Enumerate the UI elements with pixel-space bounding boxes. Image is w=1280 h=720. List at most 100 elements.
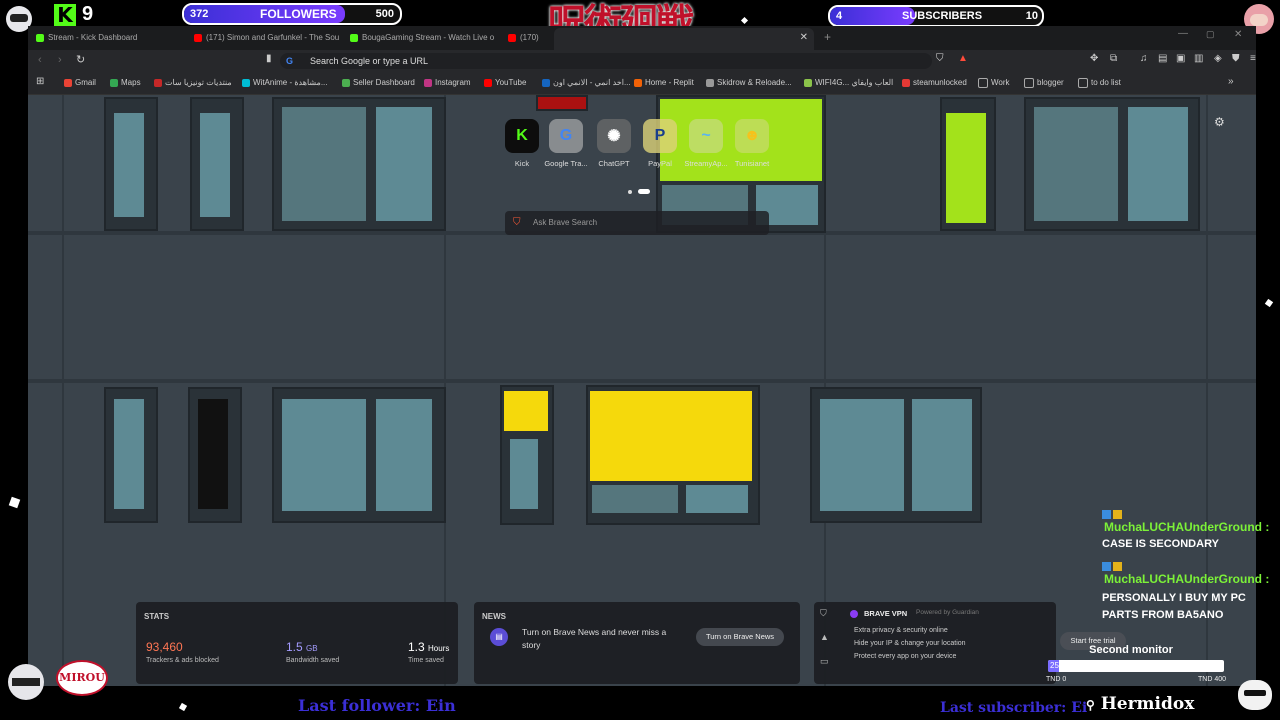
sparkle-decoration xyxy=(1264,298,1274,308)
more-bookmarks-icon[interactable]: » xyxy=(1228,76,1234,87)
turn-on-news-button[interactable]: Turn on Brave News xyxy=(696,628,784,646)
bandwidth-value: 1.5 GB xyxy=(286,640,318,654)
bookmark-tunisiasat[interactable]: منتديات تونيزيا سات xyxy=(154,76,232,90)
speed-dial-google-translate[interactable]: G Google Tra... xyxy=(542,119,590,168)
forward-icon[interactable]: › xyxy=(58,54,62,66)
vpn-features: Extra privacy & security online Hide you… xyxy=(854,624,966,663)
wifi4g-icon xyxy=(804,78,812,87)
sparkle-decoration xyxy=(740,16,749,25)
news-title: NEWS xyxy=(482,612,506,621)
bookmark-youtube[interactable]: YouTube xyxy=(484,76,526,90)
shield-icon[interactable]: ⛊ xyxy=(1232,53,1240,64)
tab-bougagaming[interactable]: BougaGaming Stream - Watch Live o xyxy=(350,28,500,48)
bookmark-replit[interactable]: Home - Replit xyxy=(634,76,694,90)
warning-icon: ▲ xyxy=(820,632,829,642)
youtube-icon xyxy=(484,78,492,87)
speed-dial-pager[interactable] xyxy=(628,181,651,199)
second-monitor-bar: 25 xyxy=(1048,660,1224,672)
second-monitor-label: Second monitor xyxy=(1089,644,1173,656)
streamyapp-icon: ~ xyxy=(689,119,723,153)
back-icon[interactable]: ‹ xyxy=(38,54,42,66)
bookmark-folder-work[interactable]: Work xyxy=(978,76,1010,90)
address-bar[interactable]: G Search Google or type a URL xyxy=(280,53,932,69)
speed-dial-kick[interactable]: K Kick xyxy=(498,119,546,168)
bookmark-folder-blogger[interactable]: blogger xyxy=(1024,76,1064,90)
sidebar-icon[interactable]: ▣ xyxy=(1176,53,1185,64)
close-window-icon[interactable]: ✕ xyxy=(1234,29,1242,40)
chat-badge-icon xyxy=(1113,562,1122,571)
tab-strip: Stream - Kick Dashboard (171) Simon and … xyxy=(28,26,1256,50)
kick-viewer-count: 9 xyxy=(82,3,94,25)
speed-dial-streamyapp[interactable]: ~ StreamyAp... xyxy=(682,119,730,168)
bookmark-label: Work xyxy=(991,78,1010,87)
youtube-icon xyxy=(194,33,202,42)
bookmark-label: to do list xyxy=(1091,78,1121,87)
new-tab-icon[interactable]: + xyxy=(824,30,831,44)
screenshot-icon[interactable]: ⧉ xyxy=(1110,53,1117,64)
kick-logo-icon: K xyxy=(54,4,76,26)
apps-grid-icon[interactable]: ⊞ xyxy=(36,76,44,87)
bookmark-seller-dashboard[interactable]: Seller Dashboard xyxy=(342,76,415,90)
tab-label: BougaGaming Stream - Watch Live o xyxy=(362,33,495,42)
bookmark-anime[interactable]: اخد انمي - الانمي اون... xyxy=(542,76,631,90)
reload-icon[interactable]: ↻ xyxy=(76,53,85,66)
followers-label: FOLLOWERS xyxy=(260,7,337,21)
paypal-icon: P xyxy=(643,119,677,153)
steamunlocked-icon xyxy=(902,78,910,87)
extensions-icon[interactable]: ✥ xyxy=(1090,53,1098,64)
brave-search-box[interactable]: ⛉ Ask Brave Search xyxy=(505,211,769,235)
news-promo-text: Turn on Brave News and never miss a stor… xyxy=(522,627,667,650)
vpn-feature: Protect every app on your device xyxy=(854,653,957,660)
customize-gear-icon[interactable]: ⚙ xyxy=(1214,115,1225,129)
reader-icon[interactable]: ▤ xyxy=(1158,53,1167,64)
stats-widget: STATS 93,460 Trackers & ads blocked 1.5 … xyxy=(136,602,458,684)
minimize-icon[interactable]: — xyxy=(1178,28,1188,39)
speed-dial-tunisianet[interactable]: ☻ Tunisianet xyxy=(728,119,776,168)
speed-dial-paypal[interactable]: P PayPal xyxy=(636,119,684,168)
tab-youtube-170[interactable]: (170) xyxy=(508,28,552,48)
vpn-logo-icon xyxy=(850,610,858,618)
witanime-icon xyxy=(242,78,250,87)
bookmark-icon[interactable]: ▮ xyxy=(266,53,272,64)
maps-icon xyxy=(110,78,118,87)
chat-username: MuchaLUCHAUnderGround : xyxy=(1104,572,1270,586)
bookmark-folder-todo[interactable]: to do list xyxy=(1078,76,1121,90)
seller-icon xyxy=(342,78,350,87)
vpn-title: BRAVE VPN xyxy=(864,609,908,618)
address-placeholder: Search Google or type a URL xyxy=(310,56,429,66)
wallet-icon[interactable]: ▥ xyxy=(1194,53,1203,64)
chat-badge-icon xyxy=(1102,510,1111,519)
followers-goal: 500 xyxy=(375,8,394,20)
tab-label: (171) Simon and Garfunkel - The Sou xyxy=(206,33,340,42)
bookmark-label: Skidrow & Reloade... xyxy=(717,78,792,87)
followers-goal-bar: 372 FOLLOWERS 500 xyxy=(182,3,402,25)
menu-icon[interactable]: ≡ xyxy=(1250,53,1256,64)
chat-badge-icon xyxy=(1102,562,1111,571)
bookmark-label: blogger xyxy=(1037,78,1064,87)
bookmark-skidrow[interactable]: Skidrow & Reloade... xyxy=(706,76,792,90)
subscribers-goal: 10 xyxy=(1025,10,1038,22)
close-tab-icon[interactable]: ✕ xyxy=(800,32,808,43)
bookmark-instagram[interactable]: Instagram xyxy=(424,76,471,90)
brave-shields-icon[interactable]: ⛉ xyxy=(936,53,944,64)
bookmark-wifi4g[interactable]: WIFI4G... العاب وايفاي xyxy=(804,76,893,90)
tab-kick-dashboard[interactable]: Stream - Kick Dashboard xyxy=(36,28,186,48)
chat-badge-icon xyxy=(1113,510,1122,519)
bookmark-gmail[interactable]: Gmail xyxy=(64,76,96,90)
bookmark-maps[interactable]: Maps xyxy=(110,76,141,90)
tab-youtube-simon[interactable]: (171) Simon and Garfunkel - The Sou xyxy=(194,28,340,48)
speed-dial-label: ChatGPT xyxy=(598,159,630,168)
bookmark-label: منتديات تونيزيا سات xyxy=(165,78,232,87)
bookmark-steamunlocked[interactable]: steamunlocked xyxy=(902,76,967,90)
brave-rewards-icon[interactable]: ▲ xyxy=(958,53,968,64)
bookmark-witanime[interactable]: WitAnime - مشاهدة... xyxy=(242,76,327,90)
bandwidth-label: Bandwidth saved xyxy=(286,657,340,664)
vpn-icon[interactable]: ◈ xyxy=(1214,53,1222,64)
tunisianet-icon: ☻ xyxy=(735,119,769,153)
speed-dial-chatgpt[interactable]: ✺ ChatGPT xyxy=(590,119,638,168)
subscribers-goal-bar: 4 SUBSCRIBERS 10 xyxy=(828,5,1044,27)
chat-message: CASE IS SECONDARY xyxy=(1102,538,1219,550)
media-icon[interactable]: ♫ xyxy=(1140,53,1148,64)
maximize-icon[interactable]: ▢ xyxy=(1206,29,1215,40)
active-tab[interactable]: ✕ xyxy=(554,28,814,50)
